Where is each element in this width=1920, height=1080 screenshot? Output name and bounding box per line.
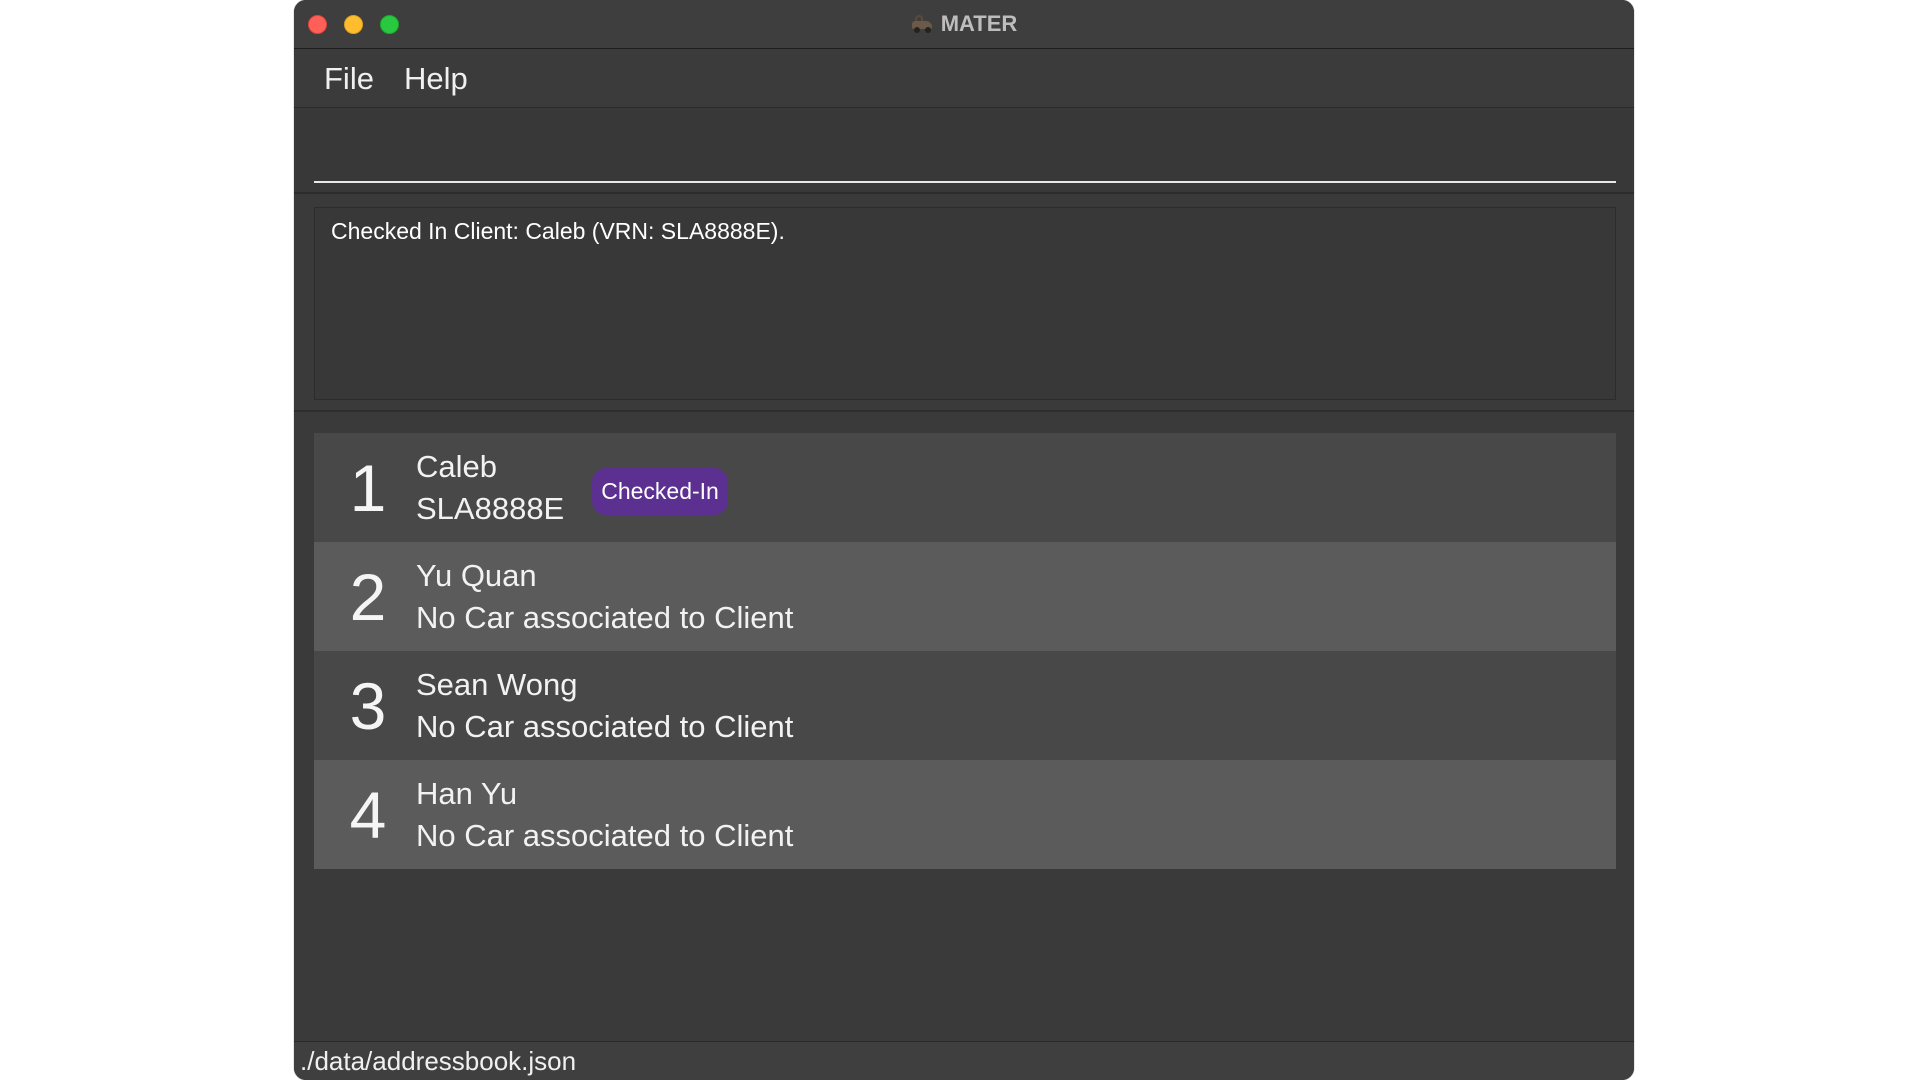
client-name: Sean Wong	[416, 666, 578, 702]
maximize-window-button[interactable]	[380, 15, 399, 34]
close-window-button[interactable]	[308, 15, 327, 34]
client-info: Sean Wong No Car associated to Client	[416, 664, 793, 748]
client-details: Caleb SLA8888E Checked-In	[414, 446, 728, 530]
menu-file[interactable]: File	[324, 61, 374, 97]
client-card[interactable]: 2 Yu Quan No Car associated to Client	[314, 542, 1616, 651]
client-info: Han Yu No Car associated to Client	[416, 773, 793, 857]
client-index: 2	[349, 559, 387, 634]
app-window: MATER File Help Checked In Client: Caleb…	[294, 0, 1634, 1080]
client-card[interactable]: 1 Caleb SLA8888E Checked-In	[314, 433, 1616, 542]
menu-bar: File Help	[294, 50, 1634, 108]
title-bar: MATER	[294, 0, 1634, 49]
divider	[294, 410, 1634, 412]
window-title: MATER	[911, 11, 1018, 37]
window-title-text: MATER	[940, 11, 1018, 36]
client-index: 4	[349, 777, 387, 852]
client-card[interactable]: 3 Sean Wong No Car associated to Client	[314, 651, 1616, 760]
client-vrn: No Car associated to Client	[416, 599, 794, 635]
result-display: Checked In Client: Caleb (VRN: SLA8888E)…	[314, 207, 1616, 400]
command-box	[294, 109, 1634, 194]
client-index: 3	[349, 668, 387, 743]
client-info: Caleb SLA8888E	[416, 446, 564, 530]
menu-help[interactable]: Help	[404, 61, 468, 97]
status-badge: Checked-In	[592, 468, 728, 515]
client-vrn: No Car associated to Client	[416, 708, 794, 744]
client-card[interactable]: 4 Han Yu No Car associated to Client	[314, 760, 1616, 869]
command-input[interactable]	[314, 109, 1616, 183]
status-bar: ./data/addressbook.json	[294, 1041, 1634, 1080]
client-name: Yu Quan	[416, 557, 537, 593]
client-info: Yu Quan No Car associated to Client	[416, 555, 793, 639]
client-name: Han Yu	[416, 775, 518, 811]
client-vrn: No Car associated to Client	[416, 817, 794, 853]
client-list[interactable]: 1 Caleb SLA8888E Checked-In 2 Yu Quan No…	[314, 433, 1616, 869]
minimize-window-button[interactable]	[344, 15, 363, 34]
client-vrn: SLA8888E	[416, 490, 565, 526]
data-file-path: ./data/addressbook.json	[300, 1046, 577, 1076]
result-message: Checked In Client: Caleb (VRN: SLA8888E)…	[331, 218, 785, 244]
client-name: Caleb	[416, 448, 497, 484]
tow-truck-icon	[911, 15, 933, 33]
client-index: 1	[349, 450, 387, 525]
